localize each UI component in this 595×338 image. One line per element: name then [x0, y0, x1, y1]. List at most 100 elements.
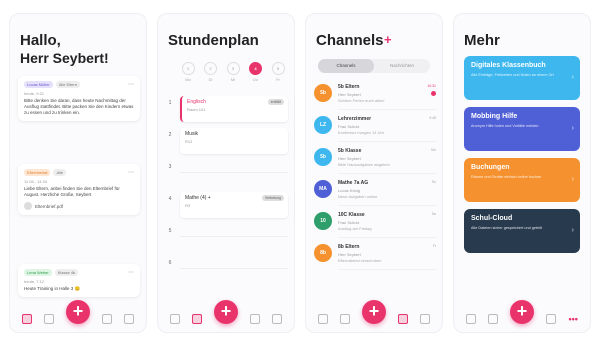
chat-icon[interactable]: [546, 314, 557, 324]
day-item[interactable]: 1 Mo: [180, 62, 196, 82]
news-card[interactable]: Lucas Müller Alle Eltern ⋯ heute, 9:21 B…: [18, 76, 140, 121]
timetable-slot: 1 Englisch Raum 101 entfällt: [164, 96, 288, 124]
timetable-slot: 5: [164, 224, 288, 252]
add-channel-button[interactable]: +: [384, 32, 392, 47]
calendar-icon[interactable]: [192, 314, 202, 324]
timetable-slot: 6: [164, 256, 288, 284]
channel-row[interactable]: 8b 8b Eltern Herr Seybert Elternabend ve…: [314, 242, 436, 272]
screen-home: Hallo, Herr Seybert! Lucas Müller Alle E…: [9, 13, 147, 333]
channel-row[interactable]: MA Mathe 7a AG Lucas König Neue Aufgaben…: [314, 178, 436, 208]
attachment-name: Elternbrief.pdf: [35, 203, 64, 209]
news-card[interactable]: Elternbeirat Alle ⋯ 11.06., 14:34 Liebe …: [18, 164, 140, 215]
message-time: 10:31: [427, 84, 436, 88]
channel-owner: Frau Schulz: [338, 124, 360, 129]
avatar: LZ: [314, 116, 332, 134]
chat-icon[interactable]: [398, 314, 408, 324]
day-item-active[interactable]: 4 Do: [248, 62, 264, 82]
message-time: Sa: [431, 212, 436, 216]
day-item[interactable]: 2 Di: [203, 62, 219, 82]
tab-channels[interactable]: Channels: [318, 59, 374, 73]
group-tag: Klasse 4b: [54, 269, 79, 276]
add-button[interactable]: +: [214, 300, 238, 324]
lesson-card[interactable]: Englisch Raum 101 entfällt: [180, 96, 288, 122]
channel-name: Mathe 7a AG: [338, 180, 369, 186]
day-selector: 1 Mo 2 Di 3 Mi 4 Do 5 Fr: [180, 62, 286, 82]
more-icon[interactable]: ⋯: [128, 81, 134, 88]
home-icon[interactable]: [466, 314, 477, 324]
tile-class-register[interactable]: Digitales Klassenbuch Alle Einträge, Feh…: [464, 56, 580, 100]
screen-timetable: Stundenplan 1 Mo 2 Di 3 Mi 4 Do 5 Fr 1 Englis…: [157, 13, 295, 333]
chevron-right-icon: ›: [571, 176, 574, 183]
card-body: Heute Training in Halle 3 😊: [24, 286, 81, 291]
tab-messages[interactable]: Nachrichten: [374, 59, 430, 73]
lesson-room: Raum 101: [187, 107, 206, 112]
message-time: 9:48: [429, 116, 436, 120]
group-tag: Alle: [53, 169, 67, 176]
avatar: 5b: [314, 84, 332, 102]
lesson-card[interactable]: Musik R12: [180, 128, 288, 154]
add-button[interactable]: +: [362, 300, 386, 324]
attachment[interactable]: Elternbrief.pdf: [24, 202, 134, 210]
empty-slot: [180, 236, 288, 237]
more-icon[interactable]: ⋯: [128, 269, 134, 276]
channel-name: 8b Eltern: [338, 244, 360, 250]
last-message: Bitte Hausaufgaben abgeben: [338, 162, 390, 167]
screen-more: Mehr Digitales Klassenbuch Alle Einträge…: [453, 13, 591, 333]
more-icon[interactable]: ⋯: [128, 169, 134, 176]
tile-bullying-help[interactable]: Mobbing Hilfe Anonym Hilfe holen und Vor…: [464, 107, 580, 151]
lesson-room: R12: [185, 139, 193, 144]
card-time: heute, 9:21: [24, 91, 45, 96]
channel-owner: Frau Schulz: [338, 220, 360, 225]
news-card[interactable]: Lena Weber Klasse 4b ⋯ heute, 7:12 Heute…: [18, 264, 140, 297]
empty-slot: [180, 172, 288, 173]
avatar: 5b: [314, 148, 332, 166]
add-button[interactable]: +: [510, 300, 534, 324]
last-message: Neue Aufgaben online: [338, 194, 378, 199]
page-title: Mehr: [464, 32, 500, 49]
menu-icon[interactable]: [124, 314, 134, 324]
home-icon[interactable]: [318, 314, 328, 324]
card-body: Bitte denken Sie daran, dass heute Nachm…: [24, 98, 134, 115]
last-message: Elternabend verschoben: [338, 258, 382, 263]
group-tag: Alle Eltern: [55, 81, 80, 88]
channel-name: Lehrerzimmer: [338, 116, 372, 122]
card-body: Liebe Eltern, anbei finden Sie den Elter…: [24, 186, 120, 197]
greeting-title: Hallo,: [20, 32, 61, 49]
screen-channels: Channels + Channels Nachrichten 5b 5b El…: [305, 13, 443, 333]
channel-name: 5b Klasse: [338, 148, 362, 154]
channel-name: 5b Eltern: [338, 84, 360, 90]
tile-school-cloud[interactable]: Schul-Cloud Alle Dateien sicher gespeich…: [464, 209, 580, 253]
calendar-icon[interactable]: [340, 314, 350, 324]
avatar: MA: [314, 180, 332, 198]
day-item[interactable]: 3 Mi: [225, 62, 241, 82]
menu-icon[interactable]: [420, 314, 430, 324]
chat-icon[interactable]: [250, 314, 260, 324]
unread-dot-icon: [431, 91, 436, 96]
channel-row[interactable]: 5b 5b Klasse Herr Seybert Bitte Hausaufg…: [314, 146, 436, 176]
calendar-icon[interactable]: [44, 314, 54, 324]
lesson-card[interactable]: Mathe (4) + R3 Vertretung: [180, 192, 288, 218]
calendar-icon[interactable]: [488, 314, 499, 324]
menu-icon[interactable]: [272, 314, 282, 324]
message-time: Mo: [431, 148, 436, 152]
tile-bookings[interactable]: Buchungen Räume und Geräte einfach onlin…: [464, 158, 580, 202]
more-icon[interactable]: •••: [568, 315, 577, 324]
last-message: Konferenz morgen 14 Uhr: [338, 130, 385, 135]
file-icon: [24, 202, 32, 210]
segment-control: Channels Nachrichten: [318, 59, 430, 73]
message-time: So: [431, 180, 436, 184]
chat-icon[interactable]: [102, 314, 112, 324]
channel-row[interactable]: 5b 5b Eltern Herr Seybert Schöne Ferien …: [314, 82, 436, 112]
sender-tag: Lucas Müller: [24, 81, 53, 88]
day-item[interactable]: 5 Fr: [270, 62, 286, 82]
timetable-slot: 3: [164, 160, 288, 188]
channel-owner: Herr Seybert: [338, 92, 361, 97]
home-icon[interactable]: [170, 314, 180, 324]
channel-row[interactable]: LZ Lehrerzimmer Frau Schulz Konferenz mo…: [314, 114, 436, 144]
page-title: Channels: [316, 32, 384, 49]
channel-owner: Herr Seybert: [338, 156, 361, 161]
home-icon[interactable]: [22, 314, 32, 324]
add-button[interactable]: +: [66, 300, 90, 324]
channel-row[interactable]: 10 10C Klasse Frau Schulz Ausflug am Fre…: [314, 210, 436, 240]
chevron-right-icon: ›: [571, 227, 574, 234]
